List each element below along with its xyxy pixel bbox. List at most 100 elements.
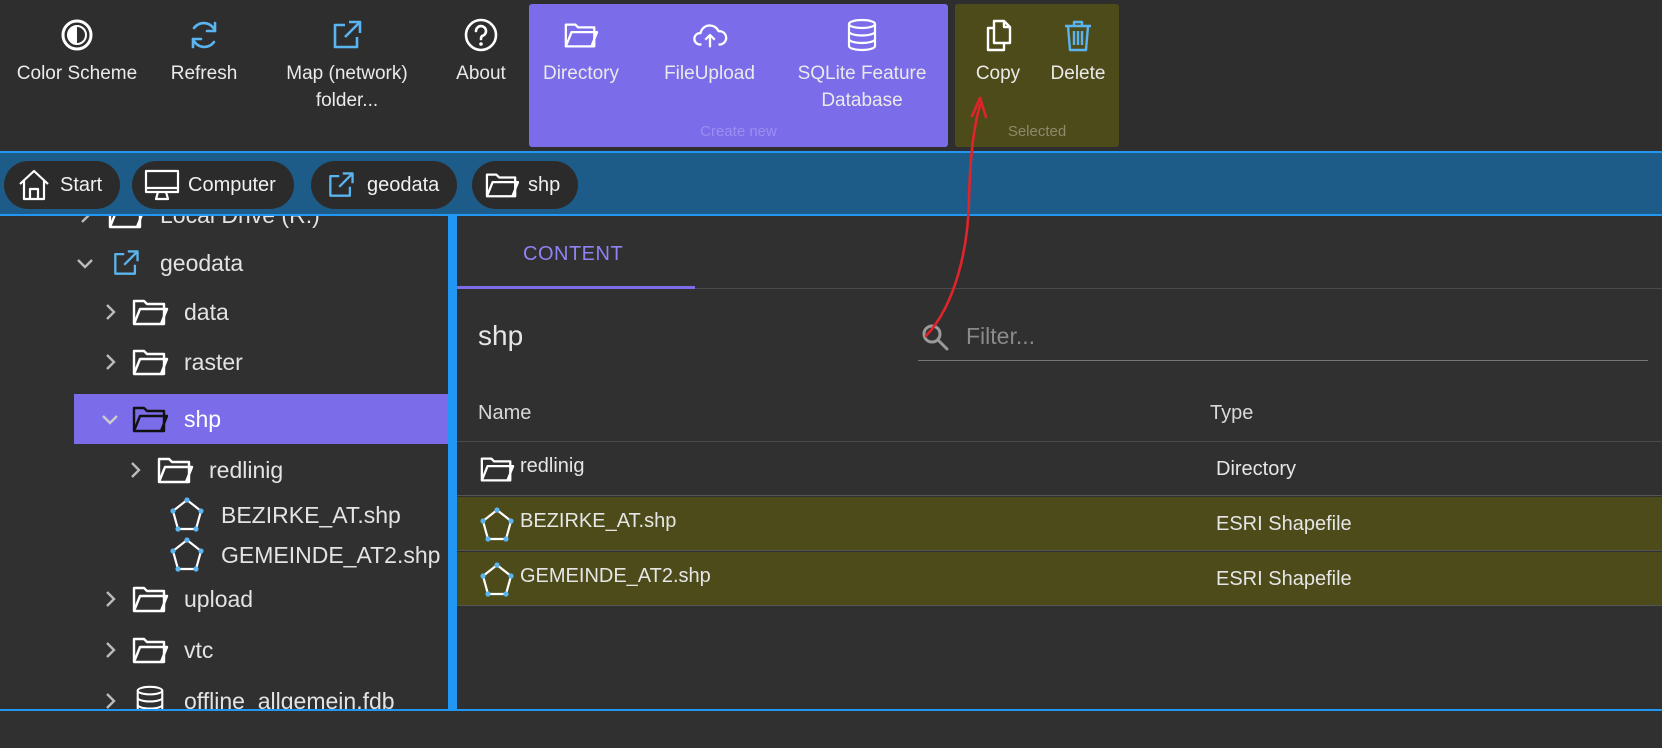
folder-open-icon — [106, 216, 146, 234]
create-new-group-title: Create new — [700, 123, 777, 140]
breadcrumb-geodata-label: geodata — [367, 173, 440, 196]
table-row[interactable]: redlinig Directory — [457, 442, 1662, 496]
table-row[interactable]: BEZIRKE_AT.shp ESRI Shapefile — [457, 497, 1662, 551]
row-type: ESRI Shapefile — [1216, 568, 1352, 590]
tree-item-label: raster — [184, 348, 243, 375]
polygon-icon — [167, 536, 207, 574]
tree-item-data[interactable]: data — [95, 287, 229, 337]
folder-open-icon — [563, 17, 599, 53]
breadcrumb-computer[interactable]: Computer — [132, 161, 294, 209]
breadcrumb-start[interactable]: Start — [4, 161, 121, 209]
tree-item-offline-allgemein[interactable]: offline_allgemein.fdb — [95, 676, 395, 709]
folder-open-icon — [130, 580, 170, 618]
tree-item-label: upload — [184, 585, 254, 612]
monitor-icon — [144, 167, 180, 203]
delete-label: Delete — [1050, 63, 1106, 84]
polygon-icon — [479, 562, 515, 597]
help-icon — [463, 17, 499, 53]
chevron-right-icon[interactable] — [95, 347, 125, 377]
tree-item-raster[interactable]: raster — [95, 337, 243, 387]
trash-icon — [1060, 17, 1096, 53]
tab-content[interactable]: CONTENT — [457, 216, 695, 289]
filter-input[interactable] — [964, 318, 1628, 354]
external-link-icon — [323, 167, 359, 203]
tree-item-label: GEMEINDE_AT2.shp — [221, 541, 441, 568]
folder-open-icon — [130, 631, 170, 669]
home-icon — [16, 167, 52, 203]
chevron-right-icon[interactable] — [120, 455, 150, 485]
map-network-folder-button[interactable]: Map (network) folder... — [262, 0, 432, 150]
tree-item-label: vtc — [184, 636, 214, 663]
tree-item-label: offline_allgemein.fdb — [184, 687, 395, 710]
chevron-down-icon[interactable] — [95, 404, 125, 434]
external-link-icon — [106, 244, 146, 282]
map-network-folder-label: Map (network) folder... — [286, 63, 408, 111]
polygon-icon — [167, 496, 207, 534]
tab-bar: CONTENT — [457, 216, 1662, 289]
folder-open-icon — [130, 400, 170, 438]
tree-item-gemeinde[interactable]: GEMEINDE_AT2.shp — [150, 530, 440, 580]
tree-item-label: redlinig — [209, 456, 284, 483]
page-title: shp — [478, 320, 524, 351]
color-scheme-button[interactable]: Color Scheme — [10, 0, 144, 150]
row-type: ESRI Shapefile — [1216, 513, 1352, 535]
cloud-upload-icon — [692, 17, 728, 53]
database-icon — [844, 17, 880, 53]
external-link-icon — [329, 17, 365, 53]
about-button[interactable]: About — [446, 0, 516, 150]
breadcrumb-geodata[interactable]: geodata — [311, 161, 458, 209]
refresh-button[interactable]: Refresh — [158, 0, 250, 150]
copy-label: Copy — [975, 63, 1021, 84]
folder-open-icon — [130, 293, 170, 331]
chevron-right-icon[interactable] — [95, 297, 125, 327]
row-name: GEMEINDE_AT2.shp — [520, 565, 711, 587]
new-directory-label: Directory — [542, 63, 619, 84]
tab-indicator — [457, 286, 695, 289]
row-name: BEZIRKE_AT.shp — [520, 510, 677, 532]
content-panel: CONTENT shp Name Type redlinig Directory… — [457, 216, 1662, 709]
refresh-icon — [186, 17, 222, 53]
tree-item-upload[interactable]: upload — [95, 574, 253, 624]
tree-item-label: Local Drive (R:) — [160, 216, 320, 229]
table-row[interactable]: GEMEINDE_AT2.shp ESRI Shapefile — [457, 552, 1662, 606]
column-header-type[interactable]: Type — [1210, 402, 1253, 425]
tree-item-local-drive[interactable]: Local Drive (R:) — [70, 216, 320, 240]
tree-item-label: shp — [184, 405, 222, 432]
filter-field[interactable] — [918, 310, 1648, 361]
color-scheme-label: Color Scheme — [16, 63, 138, 84]
tab-content-label: CONTENT — [523, 243, 624, 265]
tree-item-redlinig[interactable]: redlinig — [120, 445, 283, 495]
sqlite-feature-database-label: SQLite Feature Database — [797, 63, 927, 111]
create-new-group: Directory FileUpload SQLite Feature Data… — [529, 4, 948, 147]
breadcrumb: Start Computer geodata shp — [0, 151, 1662, 216]
polygon-icon — [479, 507, 515, 542]
chevron-right-icon[interactable] — [95, 686, 125, 709]
tree-item-geodata[interactable]: geodata — [70, 238, 243, 288]
selected-group-title: Selected — [1007, 123, 1067, 140]
tree-item-label: BEZIRKE_AT.shp — [221, 501, 401, 528]
tree-item-shp[interactable]: shp — [74, 394, 448, 444]
folder-open-icon — [479, 452, 515, 486]
database-icon — [130, 682, 170, 709]
search-icon — [922, 324, 949, 351]
folder-open-icon — [155, 451, 195, 489]
chevron-right-icon[interactable] — [95, 584, 125, 614]
column-header-name[interactable]: Name — [478, 402, 531, 425]
chevron-down-icon[interactable] — [70, 248, 100, 278]
tree-item-label: data — [184, 298, 229, 325]
chevron-right-icon[interactable] — [95, 635, 125, 665]
breadcrumb-start-label: Start — [60, 173, 103, 196]
tree-item-label: geodata — [160, 249, 244, 276]
folder-tree: Local Drive (R:) geodata data raster shp… — [0, 216, 448, 709]
toolbar: Color Scheme Refresh Map (network) folde… — [0, 0, 1662, 151]
breadcrumb-computer-label: Computer — [188, 173, 276, 196]
panel-splitter[interactable] — [448, 216, 457, 709]
tree-item-vtc[interactable]: vtc — [95, 625, 213, 675]
folder-open-icon — [130, 343, 170, 381]
breadcrumb-shp[interactable]: shp — [472, 161, 579, 209]
breadcrumb-shp-label: shp — [528, 173, 561, 196]
selected-group: Copy Delete Selected — [955, 4, 1119, 147]
row-type: Directory — [1216, 458, 1297, 480]
chevron-right-icon[interactable] — [70, 216, 100, 230]
refresh-label: Refresh — [170, 63, 238, 84]
